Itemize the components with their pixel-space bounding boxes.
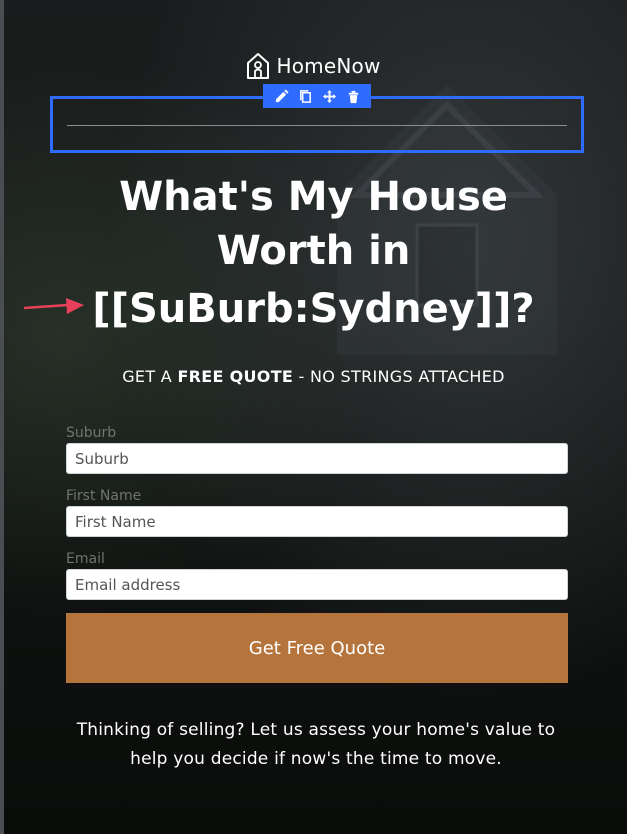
move-icon[interactable] <box>320 87 338 105</box>
brand-name: HomeNow <box>276 54 381 78</box>
email-input[interactable] <box>66 569 568 600</box>
element-toolbar <box>263 84 371 108</box>
duplicate-icon[interactable] <box>296 87 314 105</box>
subtitle: GET A FREE QUOTE - NO STRINGS ATTACHED <box>0 367 627 386</box>
edit-pencil-icon[interactable] <box>272 87 290 105</box>
subtitle-prefix: GET A <box>122 367 178 386</box>
headline-line-1: What's My House <box>119 174 508 220</box>
first-name-label: First Name <box>66 488 142 504</box>
annotation-arrow-icon <box>23 298 84 314</box>
get-free-quote-button[interactable]: Get Free Quote <box>66 613 568 683</box>
canvas-frame-edge <box>0 0 4 834</box>
subtitle-suffix: - NO STRINGS ATTACHED <box>293 367 505 386</box>
suburb-input[interactable] <box>66 443 568 474</box>
brand-logo: HomeNow <box>0 52 627 80</box>
email-label: Email <box>66 551 105 567</box>
house-icon <box>247 53 270 79</box>
blurb-line-2: help you decide if now's the time to mov… <box>130 749 502 769</box>
first-name-input[interactable] <box>66 506 568 537</box>
delete-icon[interactable] <box>344 87 362 105</box>
blurb-line-1: Thinking of selling? Let us assess your … <box>76 720 556 740</box>
headline-suburb-token: [[SuBurb:Sydney]]? <box>92 286 535 332</box>
selling-blurb: Thinking of selling? Let us assess your … <box>60 716 572 774</box>
horizontal-divider <box>67 125 567 126</box>
subtitle-emphasis: FREE QUOTE <box>177 367 294 386</box>
headline: What's My House Worth in [[SuBurb:Sydney… <box>40 170 587 336</box>
headline-line-2: Worth in <box>216 228 411 274</box>
suburb-label: Suburb <box>66 425 117 441</box>
